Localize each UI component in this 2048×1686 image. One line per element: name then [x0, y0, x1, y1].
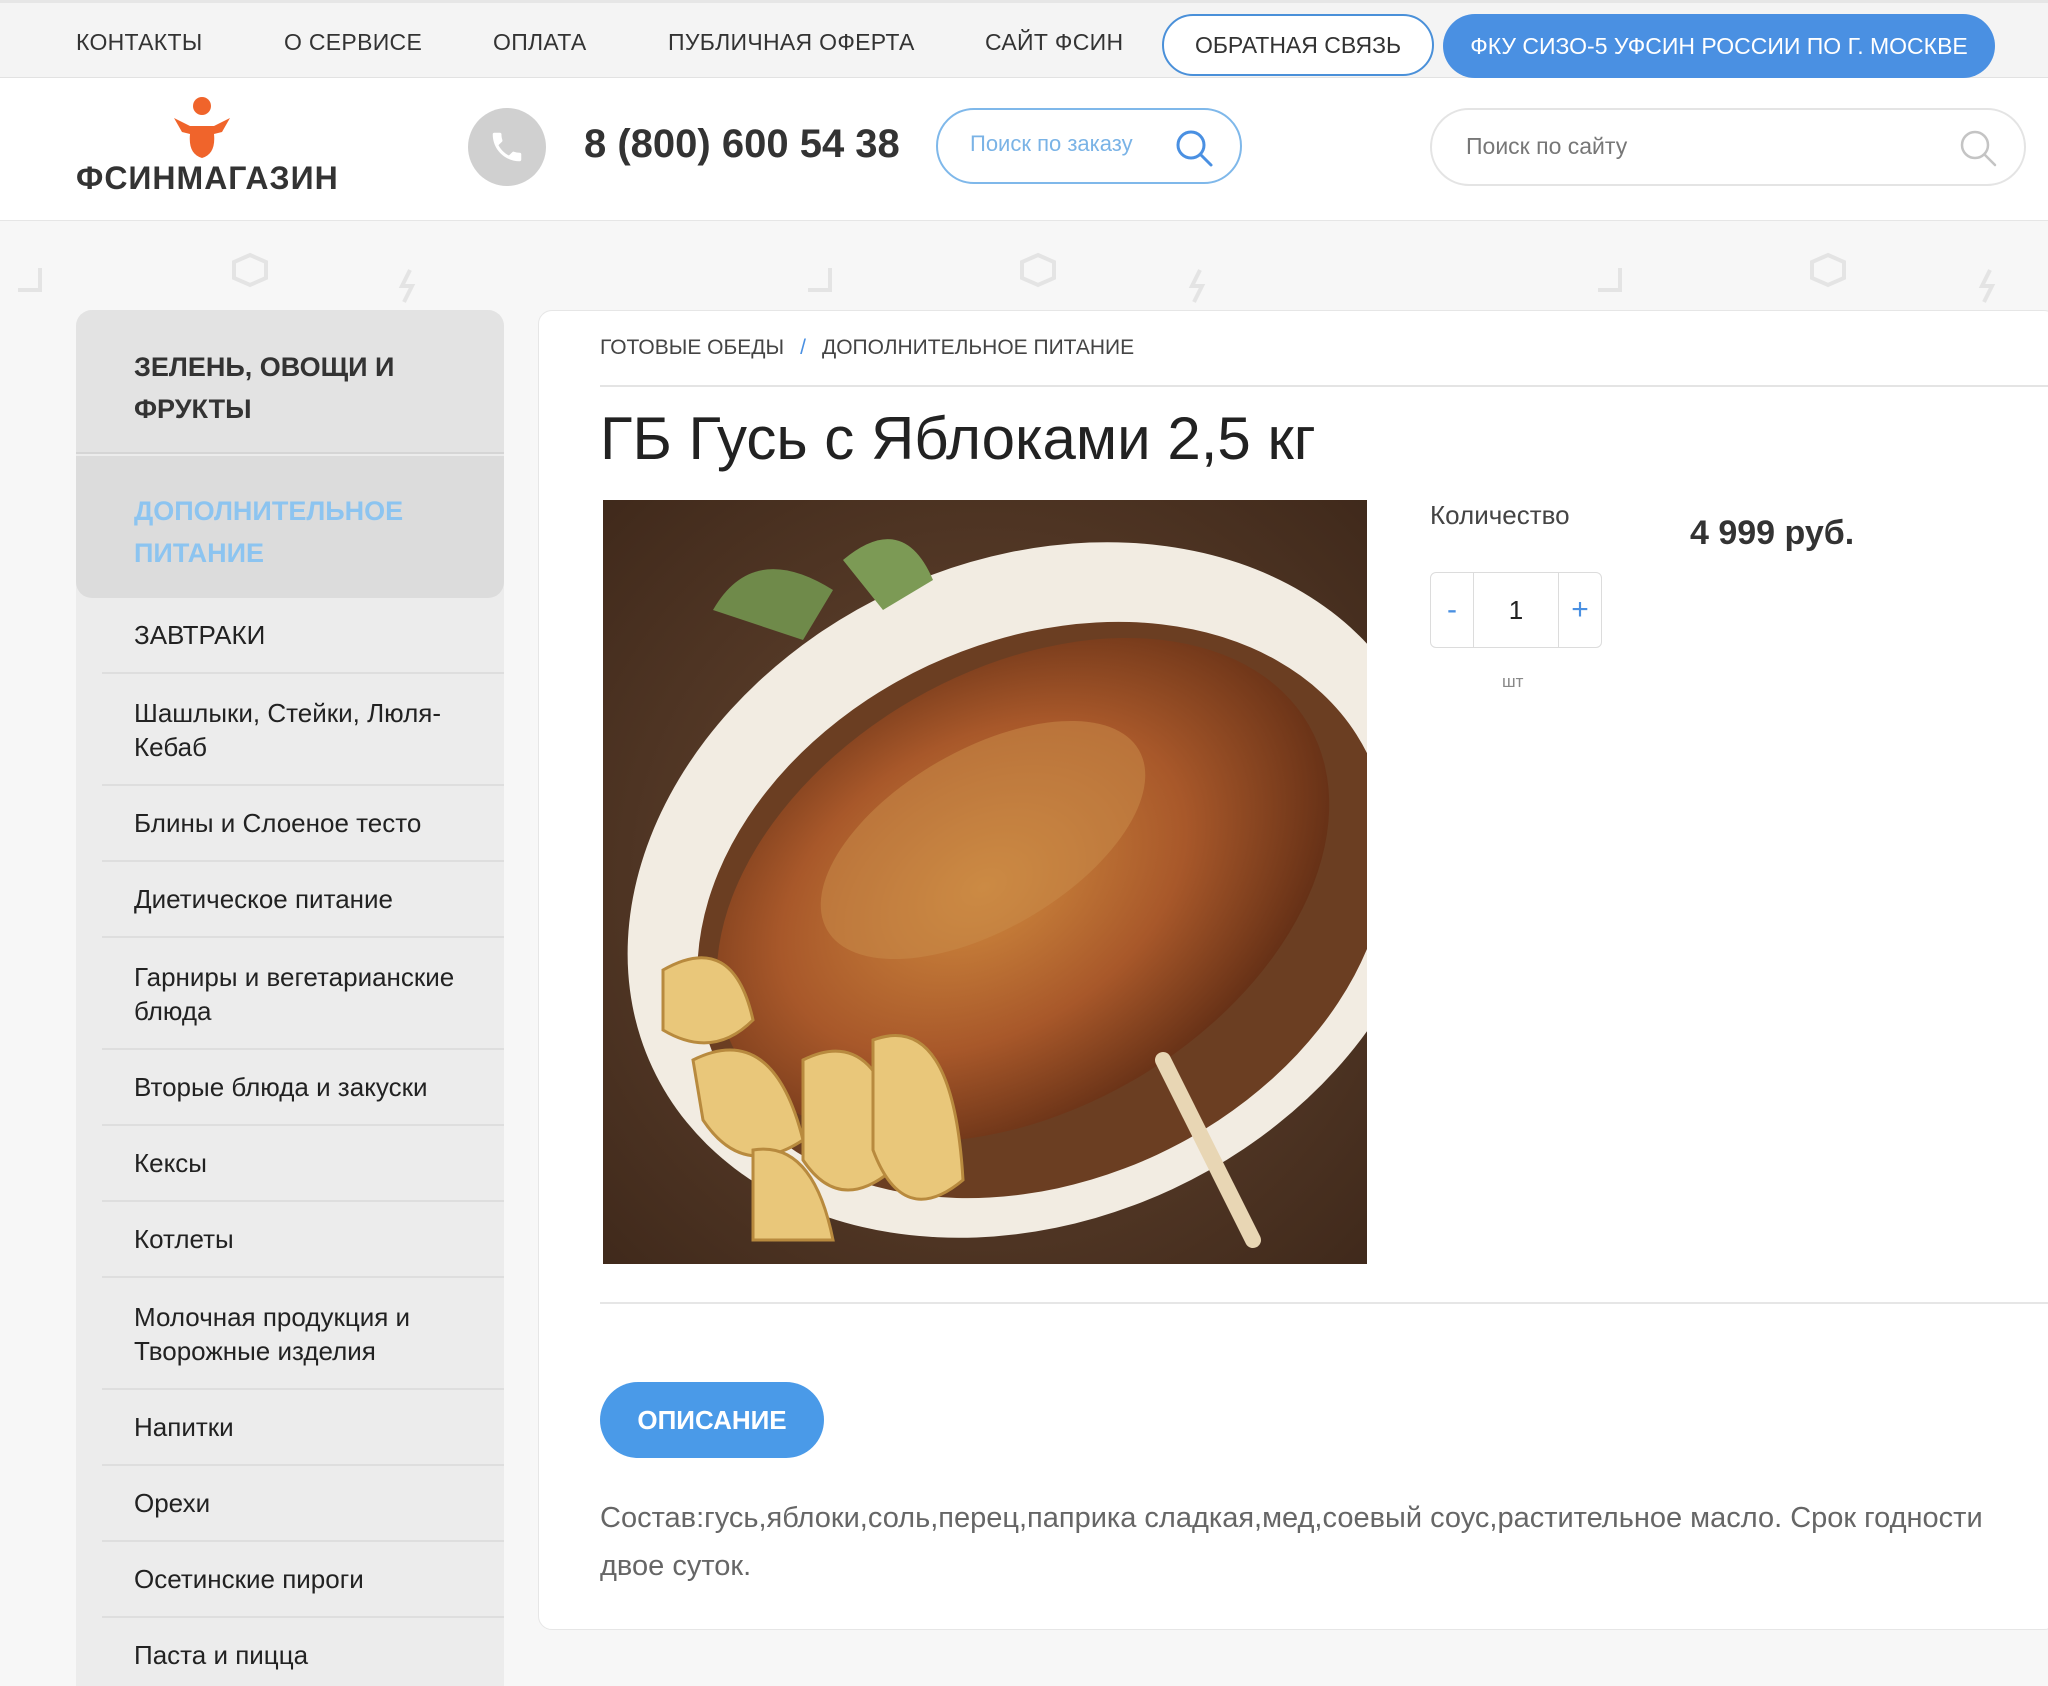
- category-active-label: ДОПОЛНИТЕЛЬНОЕ ПИТАНИЕ: [134, 496, 404, 568]
- phone-number[interactable]: 8 (800) 600 54 38: [584, 122, 900, 167]
- breadcrumb-extra-food[interactable]: ДОПОЛНИТЕЛЬНОЕ ПИТАНИЕ: [822, 336, 1134, 359]
- divider: [600, 385, 2048, 387]
- background-pattern: [18, 252, 1996, 303]
- order-search-input[interactable]: [968, 130, 1182, 158]
- category-item-label: Диетическое питание: [134, 884, 393, 914]
- category-item-label: Орехи: [134, 1488, 211, 1518]
- logo-wordmark[interactable]: ФСИНМАГАЗИН: [76, 160, 339, 197]
- category-item[interactable]: Кексы: [102, 1126, 504, 1202]
- category-item[interactable]: Диетическое питание: [102, 862, 504, 938]
- feedback-button[interactable]: ОБРАТНАЯ СВЯЗЬ: [1162, 14, 1434, 76]
- category-group-header[interactable]: ЗЕЛЕНЬ, ОВОЩИ И ФРУКТЫ: [76, 310, 504, 454]
- product-price: 4 999 руб.: [1690, 514, 1855, 552]
- category-sidebar: ЗЕЛЕНЬ, ОВОЩИ И ФРУКТЫ ДОПОЛНИТЕЛЬНОЕ ПИ…: [76, 310, 504, 1686]
- category-item[interactable]: ЗАВТРАКИ: [102, 598, 504, 674]
- nav-link-payment[interactable]: ОПЛАТА: [493, 29, 587, 56]
- category-item[interactable]: Паста и пицца: [102, 1618, 504, 1686]
- increment-button[interactable]: +: [1559, 573, 1601, 647]
- category-item[interactable]: Молочная продукция и Творожные изделия: [102, 1278, 504, 1390]
- tab-description[interactable]: ОПИСАНИЕ: [600, 1382, 824, 1458]
- category-item-label: Блины и Слоеное тесто: [134, 808, 422, 838]
- category-item-label: Кексы: [134, 1148, 207, 1178]
- category-item[interactable]: Котлеты: [102, 1202, 504, 1278]
- category-group-label: ЗЕЛЕНЬ, ОВОЩИ И ФРУКТЫ: [134, 352, 395, 424]
- breadcrumb-ready-meals[interactable]: ГОТОВЫЕ ОБЕДЫ: [600, 336, 784, 359]
- nav-link-about[interactable]: О СЕРВИСЕ: [284, 29, 422, 56]
- category-item[interactable]: Осетинские пироги: [102, 1542, 504, 1618]
- category-item-label: Шашлыки, Стейки, Люля-Кебаб: [134, 698, 441, 762]
- logo-figure-icon[interactable]: [172, 96, 232, 160]
- quantity-stepper: - 1 +: [1430, 572, 1602, 648]
- category-item-label: Напитки: [134, 1412, 234, 1442]
- category-item[interactable]: Напитки: [102, 1390, 504, 1466]
- category-item-label: Котлеты: [134, 1224, 234, 1254]
- order-search-box: [936, 108, 1242, 184]
- quantity-label: Количество: [1430, 500, 1570, 530]
- breadcrumb: ГОТОВЫЕ ОБЕДЫ / ДОПОЛНИТЕЛЬНОЕ ПИТАНИЕ: [600, 336, 1134, 360]
- category-item[interactable]: Орехи: [102, 1466, 504, 1542]
- product-title: ГБ Гусь с Яблоками 2,5 кг: [600, 405, 1316, 472]
- top-navigation-bar: КОНТАКТЫ О СЕРВИСЕ ОПЛАТА ПУБЛИЧНАЯ ОФЕР…: [0, 0, 2048, 78]
- nav-link-contacts[interactable]: КОНТАКТЫ: [76, 29, 202, 56]
- category-item-label: Осетинские пироги: [134, 1564, 364, 1594]
- nav-link-public-offer[interactable]: ПУБЛИЧНАЯ ОФЕРТА: [668, 29, 915, 56]
- category-item-label: Вторые блюда и закуски: [134, 1072, 428, 1102]
- category-item-label: ЗАВТРАКИ: [134, 620, 266, 650]
- site-search-input[interactable]: [1464, 132, 1948, 161]
- category-active[interactable]: ДОПОЛНИТЕЛЬНОЕ ПИТАНИЕ: [76, 456, 504, 598]
- category-item[interactable]: Гарниры и вегетарианские блюда: [102, 938, 504, 1050]
- site-search-box: [1430, 108, 2026, 186]
- search-icon[interactable]: [1958, 128, 1998, 168]
- phone-icon: [468, 108, 546, 186]
- divider: [600, 1302, 2048, 1304]
- quantity-unit: шт: [1502, 672, 1524, 691]
- breadcrumb-separator: /: [800, 336, 806, 359]
- search-icon[interactable]: [1174, 128, 1214, 168]
- quantity-value[interactable]: 1: [1473, 573, 1559, 647]
- category-item[interactable]: Вторые блюда и закуски: [102, 1050, 504, 1126]
- product-image[interactable]: [603, 500, 1367, 1264]
- decrement-button[interactable]: -: [1431, 573, 1473, 647]
- category-item-label: Гарниры и вегетарианские блюда: [134, 962, 455, 1026]
- institution-select-button[interactable]: ФКУ СИЗО-5 УФСИН РОССИИ ПО Г. МОСКВЕ: [1443, 14, 1995, 78]
- category-item-label: Паста и пицца: [134, 1640, 309, 1670]
- category-item[interactable]: Шашлыки, Стейки, Люля-Кебаб: [102, 674, 504, 786]
- nav-link-fsin-site[interactable]: САЙТ ФСИН: [985, 29, 1123, 56]
- product-description: Состав:гусь,яблоки,соль,перец,паприка сл…: [600, 1502, 1983, 1582]
- category-item[interactable]: Блины и Слоеное тесто: [102, 786, 504, 862]
- category-item-label: Молочная продукция и Творожные изделия: [134, 1302, 411, 1366]
